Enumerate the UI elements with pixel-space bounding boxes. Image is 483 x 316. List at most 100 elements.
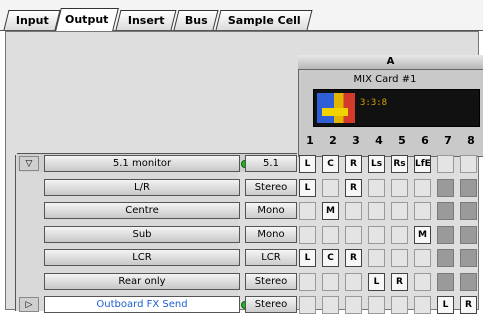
- tab-input[interactable]: Input: [3, 10, 61, 30]
- expand-arrow-icon[interactable]: ▽: [19, 156, 39, 171]
- channel-cell[interactable]: R: [345, 178, 362, 197]
- channel-cell[interactable]: [391, 296, 408, 314]
- column-number: 8: [467, 134, 475, 147]
- path-format-button[interactable]: Mono: [245, 202, 297, 219]
- column-number: 3: [352, 134, 360, 147]
- output-path-row: ▽ 5.1 monitor 5.1 L C R Ls Rs LfE: [17, 153, 483, 175]
- tab-output[interactable]: Output: [55, 8, 119, 31]
- tab-bar: Input Output Insert Bus Sample Cell: [0, 0, 483, 31]
- output-path-row: ▷ Outboard FX Send Stereo L R: [17, 294, 483, 316]
- row-spacer: [19, 250, 39, 265]
- channel-cell[interactable]: R: [391, 272, 408, 291]
- channel-cell[interactable]: [437, 155, 454, 173]
- path-name-button[interactable]: L/R: [44, 178, 240, 196]
- channel-cell[interactable]: [391, 202, 408, 220]
- path-format-button[interactable]: Stereo: [245, 296, 297, 313]
- channel-cell[interactable]: [299, 202, 316, 220]
- channel-cell[interactable]: [460, 225, 477, 244]
- channel-cell[interactable]: [414, 272, 431, 291]
- channel-cell[interactable]: Rs: [391, 155, 408, 173]
- channel-cell[interactable]: [368, 202, 385, 220]
- channel-cell[interactable]: L: [437, 296, 454, 314]
- output-path-row: Sub Mono M: [17, 224, 483, 246]
- channel-cell[interactable]: [460, 202, 477, 220]
- channel-cell[interactable]: Ls: [368, 155, 385, 173]
- channel-cell[interactable]: [345, 272, 362, 291]
- channel-cell[interactable]: [299, 296, 316, 314]
- channel-cell[interactable]: [345, 225, 362, 244]
- channel-cell[interactable]: R: [345, 249, 362, 267]
- tab-sample-cell[interactable]: Sample Cell: [215, 10, 313, 30]
- channel-cell[interactable]: C: [322, 155, 339, 173]
- channel-cell[interactable]: [368, 178, 385, 197]
- channel-cell[interactable]: LfE: [414, 155, 431, 173]
- channel-cell[interactable]: [345, 202, 362, 220]
- channel-cell[interactable]: [322, 272, 339, 291]
- channel-cell[interactable]: [299, 225, 316, 244]
- channel-cell[interactable]: [368, 225, 385, 244]
- path-format-button[interactable]: Stereo: [245, 272, 297, 290]
- channel-cell[interactable]: [322, 178, 339, 197]
- channel-cell[interactable]: L: [368, 272, 385, 291]
- tab-label: Sample Cell: [227, 14, 301, 27]
- channel-cell[interactable]: [391, 225, 408, 244]
- output-path-row: Rear only Stereo L R: [17, 271, 483, 293]
- column-number: 2: [329, 134, 337, 147]
- column-number: 7: [444, 134, 452, 147]
- channel-cell[interactable]: [322, 296, 339, 314]
- tab-bus[interactable]: Bus: [173, 10, 219, 30]
- channel-cell[interactable]: [414, 249, 431, 267]
- path-format-button[interactable]: Stereo: [245, 178, 297, 196]
- output-path-row: LCR LCR L C R: [17, 247, 483, 269]
- channel-cell[interactable]: L: [299, 249, 316, 267]
- channel-cell[interactable]: [437, 272, 454, 291]
- column-number: 1: [306, 134, 314, 147]
- path-name-button[interactable]: LCR: [44, 249, 240, 266]
- channel-cell[interactable]: [345, 296, 362, 314]
- channel-cell[interactable]: [368, 249, 385, 267]
- row-spacer: [19, 227, 39, 242]
- channel-cell[interactable]: [368, 296, 385, 314]
- channel-cell[interactable]: [460, 178, 477, 197]
- path-format-button[interactable]: LCR: [245, 249, 297, 266]
- channel-cell[interactable]: [322, 225, 339, 244]
- channel-cell[interactable]: [414, 296, 431, 314]
- channel-cell[interactable]: [460, 249, 477, 267]
- channel-cell[interactable]: [391, 249, 408, 267]
- channel-cell[interactable]: C: [322, 249, 339, 267]
- channel-cell[interactable]: [299, 272, 316, 291]
- path-name-button[interactable]: 5.1 monitor: [44, 155, 240, 172]
- channel-cell[interactable]: M: [322, 202, 339, 220]
- channel-cell[interactable]: [437, 225, 454, 244]
- expand-arrow-icon[interactable]: ▷: [19, 297, 39, 312]
- output-path-row: Centre Mono M: [17, 200, 483, 222]
- column-number: 6: [421, 134, 429, 147]
- channel-cell[interactable]: [437, 249, 454, 267]
- channel-cell[interactable]: [414, 178, 431, 197]
- card-name: MIX Card #1: [353, 74, 417, 85]
- tab-insert[interactable]: Insert: [115, 10, 177, 30]
- channel-cell[interactable]: R: [460, 296, 477, 314]
- path-name-button[interactable]: Centre: [44, 202, 240, 219]
- channel-cell[interactable]: L: [299, 178, 316, 197]
- channel-cell[interactable]: M: [414, 225, 431, 244]
- channel-cell[interactable]: [437, 178, 454, 197]
- channel-cell[interactable]: R: [345, 155, 362, 173]
- card-logo-stripe: [322, 108, 348, 116]
- column-number: 4: [375, 134, 383, 147]
- path-name-button[interactable]: Rear only: [44, 272, 240, 290]
- path-name-button[interactable]: Outboard FX Send: [44, 296, 240, 313]
- card-image: 3:3:8: [313, 89, 480, 127]
- channel-cell[interactable]: [391, 178, 408, 197]
- output-window: Input Output Insert Bus Sample Cell A MI…: [0, 0, 483, 314]
- channel-cell[interactable]: [437, 202, 454, 220]
- tab-label: Output: [65, 13, 109, 26]
- path-format-button[interactable]: Mono: [245, 225, 297, 243]
- channel-cell[interactable]: [460, 272, 477, 291]
- path-name-button[interactable]: Sub: [44, 225, 240, 243]
- channel-cell[interactable]: L: [299, 155, 316, 173]
- path-format-button[interactable]: 5.1: [245, 155, 297, 172]
- channel-cell[interactable]: [414, 202, 431, 220]
- card-letter: A: [298, 55, 483, 70]
- channel-cell[interactable]: [460, 155, 477, 173]
